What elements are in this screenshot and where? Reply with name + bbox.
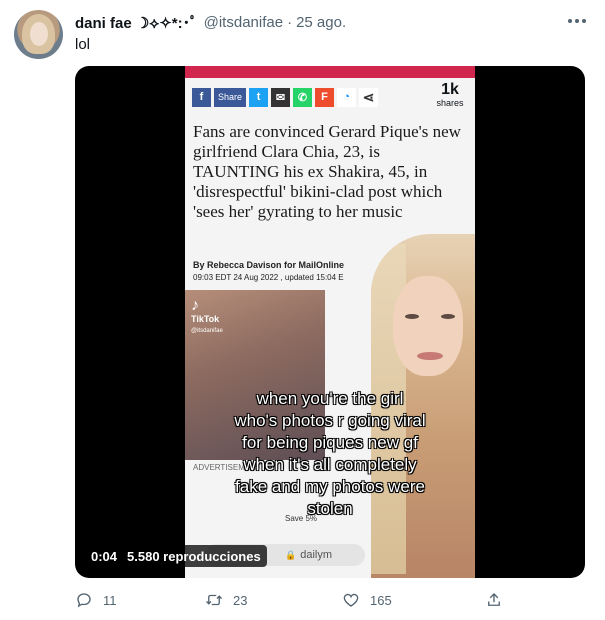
flipboard-icon: F — [315, 87, 335, 107]
caption-line: when it's all completely — [243, 455, 417, 474]
facebook-icon: f — [192, 87, 211, 107]
twitter-icon: t — [249, 87, 269, 107]
video-elapsed: 0:04 — [91, 548, 118, 564]
display-name[interactable]: dani fae ☽⟡✧*:･ﾟ — [75, 12, 198, 33]
caption-line: stolen — [307, 499, 353, 518]
article-headline: Fans are convinced Gerard Pique's new gi… — [193, 122, 461, 221]
whatsapp-icon: ✆ — [293, 87, 313, 107]
tiktok-icon: ♪ — [191, 297, 199, 314]
caption-line: fake and my photos were — [235, 477, 425, 496]
tweet-actions: 11 23 165 — [75, 590, 515, 610]
tweet: dani fae ☽⟡✧*:･ﾟ @itsdanifae · 25 ago. l… — [0, 0, 605, 620]
video-caption: when you're the girl who's photos r goin… — [185, 388, 475, 520]
share-row: f Share t ✉ ✆ F ◔ ⋖ — [192, 84, 472, 110]
tiktok-label: TikTok — [191, 314, 220, 324]
like-button[interactable]: 165 — [342, 590, 392, 610]
tiktok-user: @itsdanifae — [191, 328, 223, 334]
retweet-count: 23 — [233, 592, 248, 608]
browser-top-bar — [185, 66, 475, 78]
reply-button[interactable]: 11 — [75, 590, 117, 610]
email-icon: ✉ — [271, 87, 291, 107]
url-text: dailym — [300, 549, 333, 561]
shares-label: shares — [436, 98, 464, 108]
heart-icon — [343, 593, 359, 607]
caption-line: who's photos r going viral — [234, 411, 426, 430]
more-horizontal-icon[interactable] — [568, 14, 586, 28]
share-label: Share — [214, 87, 247, 107]
shares-number: 1k — [441, 81, 459, 98]
user-handle[interactable]: @itsdanifae — [204, 14, 283, 31]
caption-line: for being piques new gf — [242, 433, 418, 452]
reply-count: 11 — [103, 592, 117, 608]
article-dateline: 09:03 EDT 24 Aug 2022 , updated 15:04 E — [193, 273, 344, 282]
tweet-date[interactable]: 25 ago. — [296, 14, 346, 31]
like-count: 165 — [370, 592, 392, 608]
tiktok-watermark: ♪ TikTok @itsdanifae — [191, 297, 223, 335]
article-byline: By Rebecca Davison for MailOnline — [193, 260, 345, 270]
retweet-button[interactable]: 23 — [205, 590, 247, 610]
caption-line: when you're the girl — [256, 389, 404, 408]
video-player[interactable]: f Share t ✉ ✆ F ◔ ⋖ 1k shares Fans are c… — [75, 66, 585, 578]
avatar-face — [30, 22, 48, 46]
messenger-icon: ◔ — [337, 87, 357, 107]
share-network-icon: ⋖ — [359, 87, 379, 107]
video-time-overlay: 0:04 5.580 reproducciones — [85, 545, 267, 567]
separator-dot: · — [287, 13, 293, 31]
shares-count: 1k shares — [431, 82, 469, 109]
share-icon — [488, 593, 500, 606]
reply-icon — [77, 593, 91, 608]
share-button[interactable] — [485, 590, 513, 610]
tweet-text: lol — [75, 36, 91, 53]
video-views: 5.580 reproducciones — [127, 548, 261, 564]
tweet-header: dani fae ☽⟡✧*:･ﾟ @itsdanifae · 25 ago. — [75, 12, 346, 32]
lock-icon: 🔒 — [285, 549, 297, 560]
avatar[interactable] — [14, 10, 63, 59]
retweet-icon — [206, 594, 222, 606]
